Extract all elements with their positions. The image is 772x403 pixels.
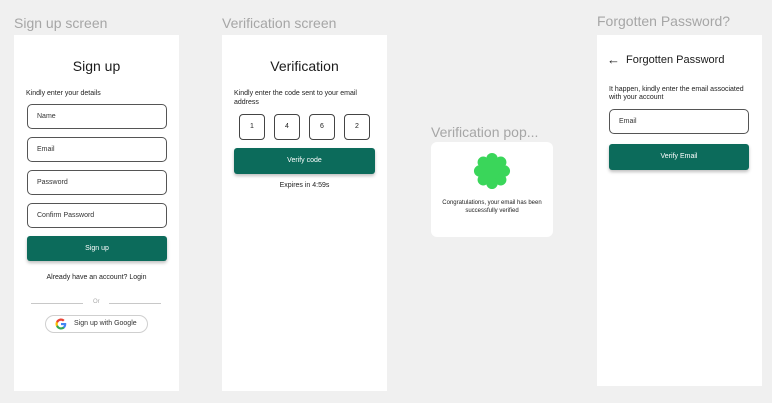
google-button-label: Sign up with Google: [74, 320, 137, 327]
email-field[interactable]: Email: [27, 137, 167, 162]
popup-message: Congratulations, your email has been suc…: [442, 200, 542, 214]
code-digit-4[interactable]: 2: [344, 114, 370, 140]
forgot-title: Forgotten Password: [626, 54, 725, 66]
success-badge-icon: [473, 152, 511, 190]
signup-screen: Sign up Kindly enter your details Name E…: [14, 35, 179, 391]
frame-label-popup: Verification pop...: [431, 124, 539, 140]
google-icon: [55, 318, 67, 330]
forgot-instructions: It happen, kindly enter the email associ…: [609, 86, 744, 101]
verify-code-button[interactable]: Verify code: [234, 148, 375, 174]
code-digit-2[interactable]: 4: [274, 114, 300, 140]
forgot-password-screen: ← Forgotten Password It happen, kindly e…: [597, 35, 762, 386]
or-text: Or: [93, 299, 100, 305]
signup-button[interactable]: Sign up: [27, 236, 167, 261]
signup-title: Sign up: [72, 58, 121, 74]
divider-left: [31, 303, 83, 304]
forgot-email-field[interactable]: Email: [609, 109, 749, 134]
code-digit-3[interactable]: 6: [309, 114, 335, 140]
verification-title: Verification: [270, 58, 339, 74]
divider-right: [109, 303, 161, 304]
expires-timer: Expires in 4:59s: [279, 182, 330, 189]
frame-label-forgot: Forgotten Password?: [597, 13, 731, 29]
code-digit-1[interactable]: 1: [239, 114, 265, 140]
verification-popup: Congratulations, your email has been suc…: [431, 142, 553, 237]
arrow-left-icon[interactable]: ←: [607, 52, 620, 67]
password-field[interactable]: Password: [27, 170, 167, 195]
name-field[interactable]: Name: [27, 104, 167, 129]
frame-label-signup: Sign up screen: [14, 15, 108, 31]
verify-email-button[interactable]: Verify Email: [609, 144, 749, 170]
signup-subtitle: Kindly enter your details: [26, 90, 101, 97]
frame-label-verification: Verification screen: [222, 15, 337, 31]
login-prompt[interactable]: Already have an account? Login: [14, 274, 179, 281]
confirm-password-field[interactable]: Confirm Password: [27, 203, 167, 228]
google-signup-button[interactable]: Sign up with Google: [45, 315, 148, 333]
verification-screen: Verification Kindly enter the code sent …: [222, 35, 387, 391]
verification-instructions: Kindly enter the code sent to your email…: [234, 90, 357, 106]
